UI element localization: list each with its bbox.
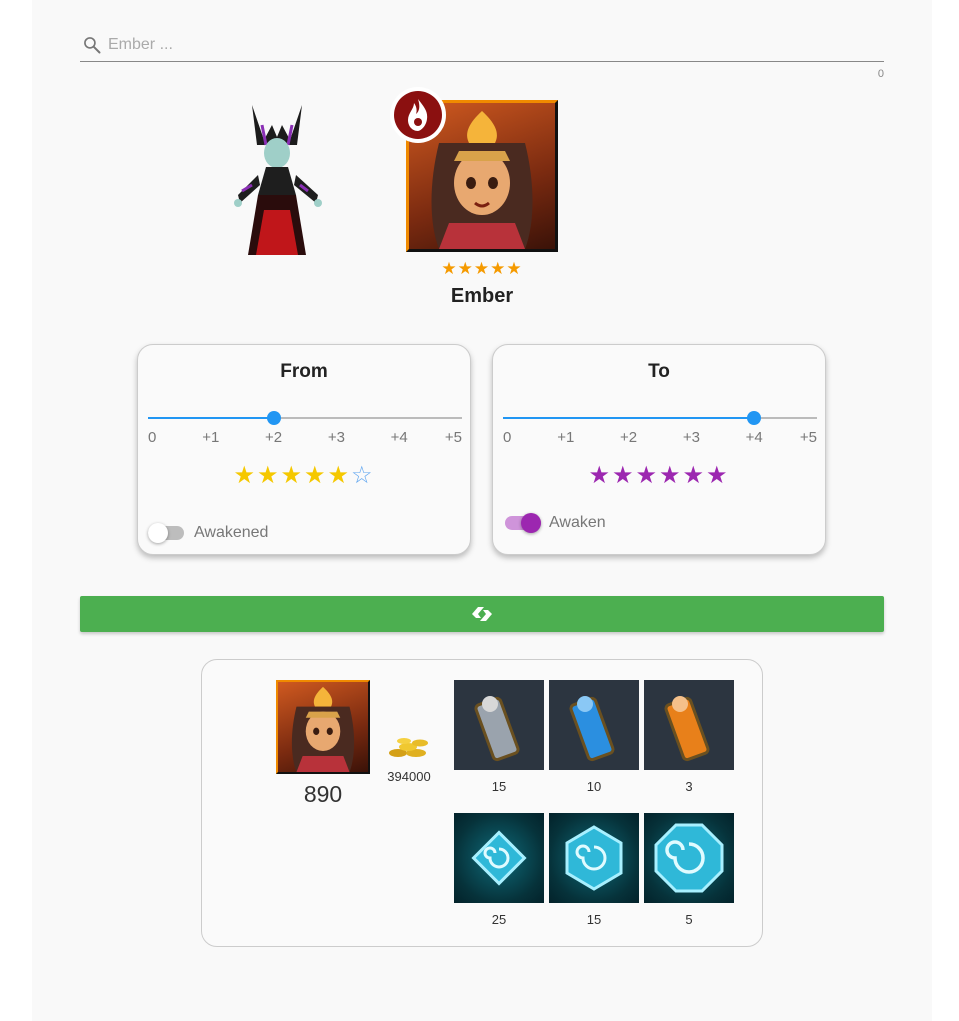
page: 0	[32, 0, 932, 1021]
hero-shard-portrait	[276, 680, 370, 774]
hero-figure-image	[234, 105, 322, 255]
to-card: To 0 +1 +2 +3 +4 +5 ★★★★★★ Awaken	[492, 344, 826, 555]
to-star-rating: ★★★★★★	[493, 461, 825, 490]
tick-label: +1	[202, 429, 220, 446]
to-slider-ticks: 0 +1 +2 +3 +4 +5	[503, 429, 817, 447]
slider-track	[503, 417, 755, 419]
rune-large-icon	[644, 813, 734, 903]
hero-portrait-art	[291, 686, 355, 772]
fire-icon	[408, 99, 428, 131]
awaken-toggle-label: Awaken	[549, 514, 606, 531]
scroll-silver-icon	[454, 680, 544, 770]
awakened-toggle-label: Awakened	[194, 524, 269, 541]
scroll-qty: 15	[491, 779, 507, 794]
results-panel: 890 394000 15 10 3 25 15 5	[201, 659, 763, 947]
tick-label: +1	[557, 429, 575, 446]
filled-stars: ★★★★★	[233, 462, 352, 489]
toggle-knob	[521, 513, 541, 533]
awakened-toggle[interactable]	[148, 523, 184, 543]
rune-medium-icon	[549, 813, 639, 903]
tick-label: +5	[444, 429, 462, 446]
filled-stars: ★★★★★★	[588, 462, 730, 489]
slider-thumb[interactable]	[266, 411, 281, 425]
from-star-rating: ★★★★★☆	[138, 461, 470, 490]
empty-star-icon: ☆	[351, 462, 375, 489]
search-input[interactable]	[108, 33, 868, 57]
convert-icon	[472, 607, 492, 621]
tick-label: 0	[148, 429, 157, 446]
tick-label: +3	[682, 429, 700, 446]
element-badge	[390, 87, 446, 143]
gold-coins-icon	[389, 738, 428, 757]
search-icon	[84, 37, 101, 54]
scroll-qty: 10	[586, 779, 602, 794]
scroll-blue-icon	[549, 680, 639, 770]
to-card-title: To	[648, 361, 670, 382]
awaken-toggle[interactable]	[505, 513, 541, 533]
gold-amount: 394000	[387, 769, 431, 784]
scroll-orange-icon	[644, 680, 734, 770]
hero-star-rating: ★★★★★	[441, 259, 523, 278]
rune-qty: 25	[491, 912, 507, 927]
hero-name: Ember	[450, 285, 514, 307]
rune-qty: 15	[586, 912, 602, 927]
toggle-knob	[148, 523, 168, 543]
hero-shard-count: 890	[303, 781, 343, 807]
scroll-qty: 3	[685, 779, 693, 794]
slider-track	[148, 417, 274, 419]
tick-label: +3	[327, 429, 345, 446]
rune-small-icon	[454, 813, 544, 903]
tick-label: 0	[503, 429, 512, 446]
from-card-title: From	[280, 361, 328, 382]
search-bar[interactable]	[80, 30, 884, 62]
rune-qty: 5	[685, 912, 693, 927]
tick-label: +4	[745, 429, 763, 446]
to-level-slider[interactable]	[503, 410, 817, 426]
from-slider-ticks: 0 +1 +2 +3 +4 +5	[148, 429, 462, 447]
convert-button[interactable]	[80, 596, 884, 632]
slider-thumb[interactable]	[747, 411, 762, 425]
search-char-count: 0	[877, 68, 884, 80]
tick-label: +5	[799, 429, 817, 446]
tick-label: +2	[265, 429, 283, 446]
tick-label: +2	[620, 429, 638, 446]
from-level-slider[interactable]	[148, 410, 462, 426]
from-card: From 0 +1 +2 +3 +4 +5 ★★★★★☆ Awakened	[137, 344, 471, 555]
tick-label: +4	[390, 429, 408, 446]
